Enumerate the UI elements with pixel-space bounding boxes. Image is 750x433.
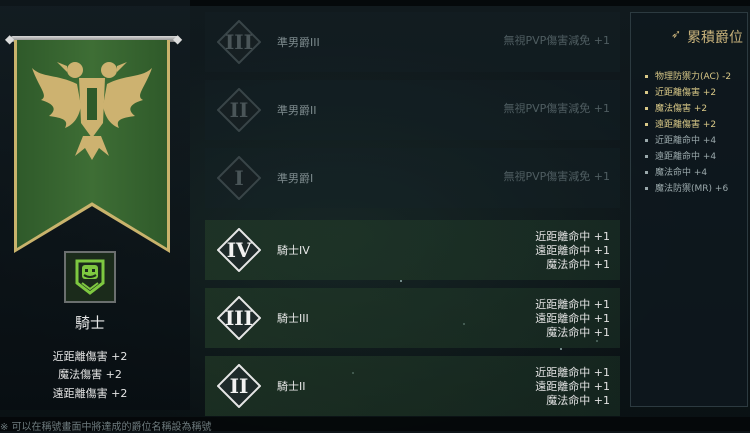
cumulative-panel-title: 累積爵位 [687, 30, 743, 46]
rank-effect: 無視PVP傷害減免 +1 [503, 170, 610, 183]
rank-effect: 近距離命中 +1 [535, 298, 610, 311]
bullet-icon [645, 91, 648, 94]
cumulative-stat-text: 近距離傷害 +2 [655, 88, 717, 98]
rank-effect: 遠距離命中 +1 [535, 380, 610, 393]
rank-row[interactable]: II 騎士II 近距離命中 +1 遠距離命中 +1 魔法命中 +1 [205, 356, 620, 416]
rank-name: 準男爵I [277, 172, 314, 185]
rank-row[interactable]: III 準男爵III 無視PVP傷害減免 +1 [205, 12, 620, 72]
rank-effect: 遠距離命中 +1 [535, 244, 610, 257]
cumulative-stat-text: 魔法傷害 +2 [655, 104, 708, 114]
rank-row[interactable]: I 準男爵I 無視PVP傷害減免 +1 [205, 148, 620, 208]
cumulative-stat-text: 遠距離命中 +4 [655, 152, 717, 162]
cumulative-stat: 魔法防禦(MR) +6 [645, 181, 728, 194]
rod-left-cap-icon: ◆ [5, 32, 15, 46]
rank-effect: 近距離命中 +1 [535, 366, 610, 379]
bullet-icon [645, 187, 648, 190]
cumulative-stat-text: 遠距離傷害 +2 [655, 120, 717, 130]
bullet-icon [645, 155, 648, 158]
cumulative-stat: 近距離命中 +4 [645, 133, 716, 146]
cumulative-stat-text: 魔法命中 +4 [655, 168, 708, 178]
cumulative-stat: 近距離傷害 +2 [645, 85, 716, 98]
rank-numeral: III [224, 30, 254, 54]
cumulative-stat: 遠距離傷害 +2 [645, 117, 716, 130]
class-stat: 遠距離傷害 +2 [52, 387, 128, 400]
rank-name: 騎士IV [277, 244, 310, 257]
rank-numeral: IV [226, 238, 252, 262]
cumulative-stat: 魔法傷害 +2 [645, 101, 707, 114]
class-panel: ◆ ◆ 騎士 近距離傷害 +2 魔法傷害 +2 遠距離傷害 +2 [0, 0, 190, 410]
feather-icon: ➶ [671, 27, 682, 41]
cumulative-stat: 魔法命中 +4 [645, 165, 707, 178]
bullet-icon [645, 107, 648, 110]
rank-name: 騎士III [277, 312, 309, 325]
class-stat: 魔法傷害 +2 [58, 368, 122, 381]
rank-name: 準男爵II [277, 104, 317, 117]
rank-numeral: I [234, 166, 244, 190]
rank-effects: 近距離命中 +1 遠距離命中 +1 魔法命中 +1 [535, 298, 610, 340]
rank-numeral: III [224, 306, 254, 330]
rank-effects: 無視PVP傷害減免 +1 [503, 34, 610, 48]
rank-effect: 近距離命中 +1 [535, 230, 610, 243]
cumulative-stat-text: 近距離命中 +4 [655, 136, 717, 146]
rank-row[interactable]: IV 騎士IV 近距離命中 +1 遠距離命中 +1 魔法命中 +1 [205, 220, 620, 280]
rank-numeral: II [229, 98, 249, 122]
rank-name: 騎士II [277, 380, 306, 393]
rank-row[interactable]: II 準男爵II 無視PVP傷害減免 +1 [205, 80, 620, 140]
cumulative-rank-panel: ➶ 累積爵位 物理防禦力(AC) -2 近距離傷害 +2 魔法傷害 +2 遠距離傷害 … [630, 12, 748, 407]
rank-row[interactable]: III 騎士III 近距離命中 +1 遠距離命中 +1 魔法命中 +1 [205, 288, 620, 348]
cumulative-stat: 遠距離命中 +4 [645, 149, 716, 162]
rank-effects: 近距離命中 +1 遠距離命中 +1 魔法命中 +1 [535, 230, 610, 272]
shield-badge-icon [75, 259, 105, 295]
rank-effect: 魔法命中 +1 [546, 258, 610, 271]
rank-numeral: II [229, 374, 249, 398]
rank-effect: 遠距離命中 +1 [535, 312, 610, 325]
bullet-icon [645, 123, 648, 126]
cumulative-stat-text: 魔法防禦(MR) +6 [655, 184, 729, 194]
double-headed-eagle-icon [32, 62, 152, 160]
class-banner: ◆ ◆ [5, 8, 185, 253]
cumulative-stat-text: 物理防禦力(AC) -2 [655, 72, 732, 82]
rank-name: 準男爵III [277, 36, 320, 49]
knight-class-icon [64, 251, 116, 303]
class-stat: 近距離傷害 +2 [52, 350, 128, 363]
rank-effects: 無視PVP傷害減免 +1 [503, 170, 610, 184]
rank-effect: 魔法命中 +1 [546, 326, 610, 339]
class-name: 騎士 [74, 314, 105, 332]
bullet-icon [645, 75, 648, 78]
rank-effect: 魔法命中 +1 [546, 394, 610, 407]
bullet-icon [645, 139, 648, 142]
rank-effect: 無視PVP傷害減免 +1 [503, 102, 610, 115]
bullet-icon [645, 171, 648, 174]
rank-list[interactable]: III 準男爵III 無視PVP傷害減免 +1 II 準男爵II 無視PVP傷害減免 +1… [205, 12, 620, 417]
rank-effect: 無視PVP傷害減免 +1 [503, 34, 610, 47]
rod-right-cap-icon: ◆ [173, 32, 183, 46]
cumulative-stat: 物理防禦力(AC) -2 [645, 69, 731, 82]
rank-effects: 近距離命中 +1 遠距離命中 +1 魔法命中 +1 [535, 366, 610, 408]
rank-effects: 無視PVP傷害減免 +1 [503, 102, 610, 116]
